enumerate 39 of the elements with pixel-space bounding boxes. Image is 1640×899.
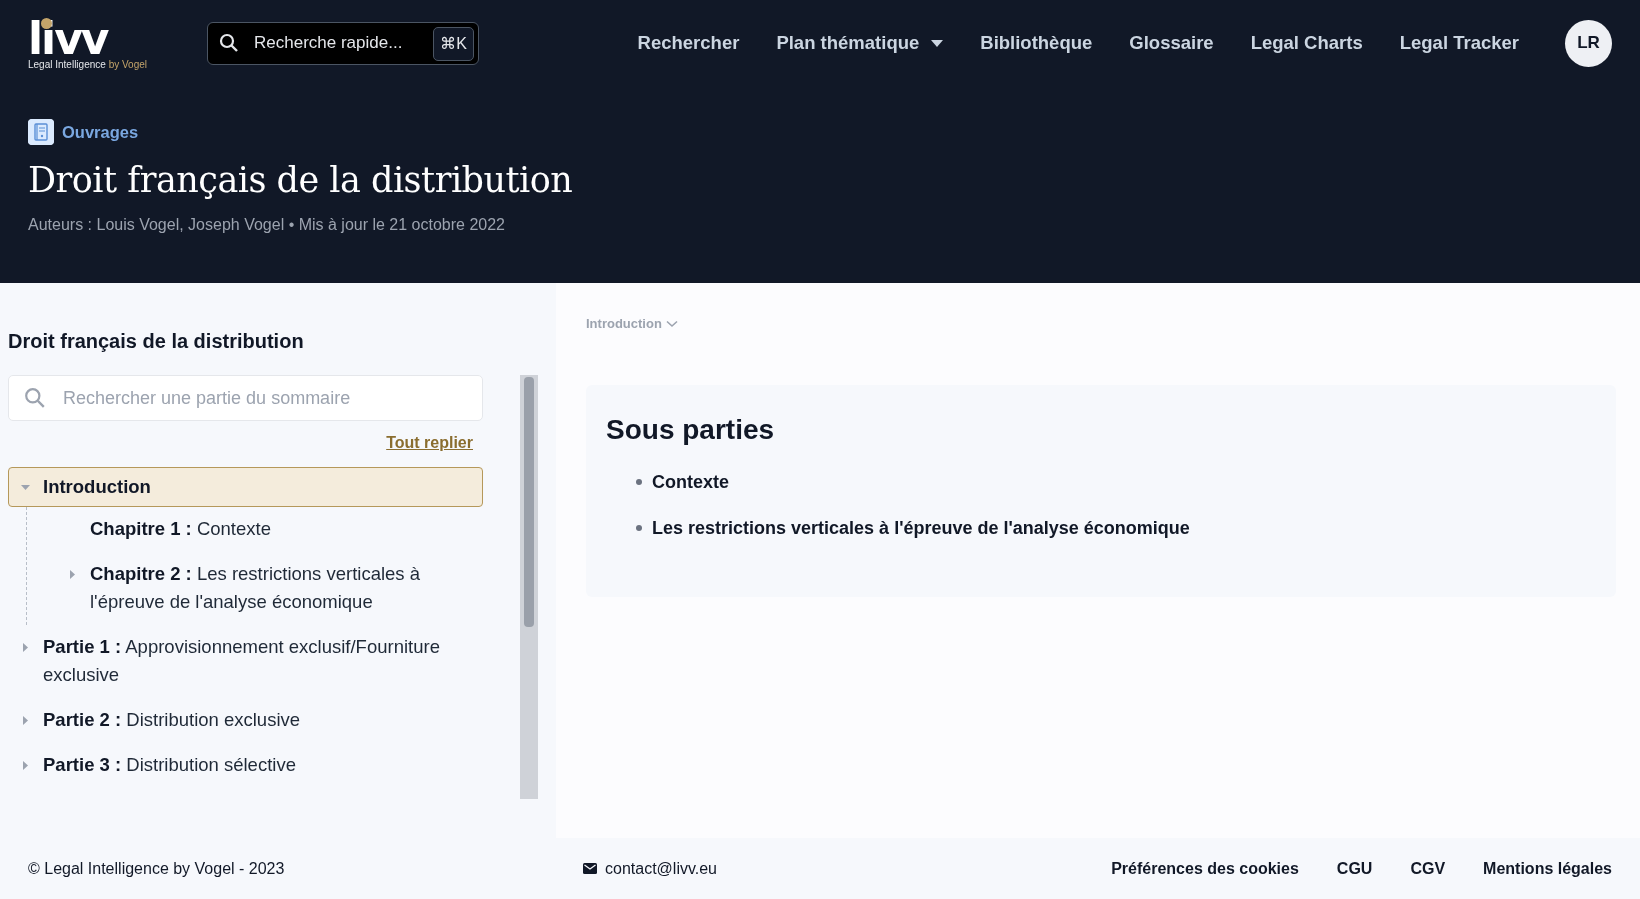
tree-item[interactable]: Partie 3 : Distribution sélective [8, 743, 483, 788]
user-avatar[interactable]: LR [1565, 19, 1612, 67]
book-meta: Auteurs : Louis Vogel, Joseph Vogel • Mis à jour le 21 octobre 2022 [28, 215, 506, 235]
envelope-icon [583, 863, 597, 874]
category-label[interactable]: Ouvrages [62, 119, 139, 145]
bullet-icon [636, 478, 642, 485]
subsection-link[interactable]: Les restrictions verticales à l'épreuve de l'analyse économique [652, 514, 1190, 541]
nav-link[interactable]: Legal Tracker [1399, 29, 1519, 57]
book-title: Droit français de la distribution [28, 159, 574, 201]
nav-link[interactable]: Rechercher [637, 29, 740, 57]
scrollbar-thumb[interactable] [524, 377, 534, 627]
scrollbar-track[interactable] [520, 375, 538, 799]
footer-link[interactable]: Mentions légales [1483, 856, 1612, 881]
sidebar-title: Droit français de la distribution [8, 329, 305, 353]
summary-search-field[interactable]: Rechercher une partie du sommaire [8, 375, 483, 421]
copyright-text: © Legal Intelligence by Vogel - 2023 [28, 858, 286, 879]
footer-link[interactable]: CGV [1410, 856, 1446, 881]
subsection-link[interactable]: Contexte [652, 468, 729, 495]
nav-dropdown[interactable]: Plan thématique [776, 29, 944, 57]
shortcut-key: ⌘K [433, 26, 474, 61]
logo-tagline: Legal Intelligence by Vogel [28, 57, 147, 72]
book-icon [28, 119, 54, 145]
email-link[interactable]: contact@livv.eu [583, 856, 717, 881]
footer-link[interactable]: Préférences des cookies [1111, 856, 1299, 881]
tree-item[interactable]: Chapitre 1 : Contexte [55, 507, 483, 552]
bullet-icon [636, 524, 642, 531]
nav-link[interactable]: Legal Charts [1250, 29, 1363, 57]
logo-wordmark[interactable]: livv [28, 20, 147, 57]
chevron-down-icon [665, 319, 678, 328]
footer-link[interactable]: CGU [1336, 856, 1373, 881]
nav-link[interactable]: Glossaire [1129, 29, 1214, 57]
tree-item[interactable]: Introduction [8, 467, 483, 507]
tree-item[interactable]: Chapitre 2 : Les restrictions verticales à l'épreuve de l'analyse économique [55, 552, 483, 625]
subsections-heading: Sous parties [606, 413, 776, 447]
caret-down-icon [931, 39, 944, 47]
nav-link[interactable]: Bibliothèque [980, 29, 1093, 57]
tree-item[interactable]: Partie 2 : Distribution exclusive [8, 698, 483, 743]
collapse-all-link[interactable]: Tout replier [386, 431, 473, 455]
tree-item[interactable]: Partie 1 : Approvisionnement exclusif/Fourniture exclusive [8, 625, 483, 698]
